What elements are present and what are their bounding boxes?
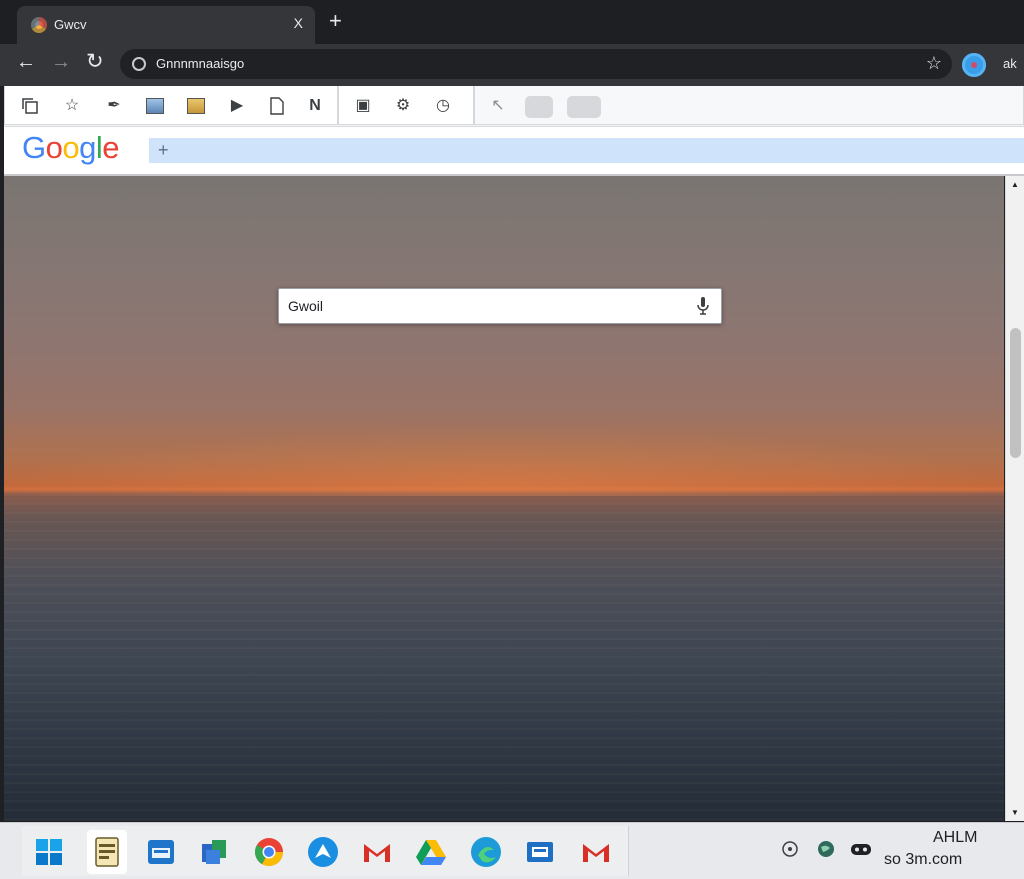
extension-pill-2[interactable] <box>567 96 601 118</box>
send-icon[interactable] <box>307 836 339 868</box>
google-logo-letter: g <box>79 130 96 165</box>
new-tab-icon[interactable]: + <box>329 10 342 32</box>
chrome-icon[interactable] <box>253 836 285 868</box>
folder-thumbnail-icon[interactable] <box>187 98 205 114</box>
google-logo-letter: o <box>45 130 63 165</box>
address-bar-url[interactable]: Gnnnmnaaisgo <box>156 56 244 71</box>
gmail-icon[interactable] <box>580 836 612 868</box>
settings-icon[interactable]: ⚙ <box>394 97 412 115</box>
google-logo-letter: o <box>62 130 80 165</box>
scrollbar-thumb[interactable] <box>1010 328 1021 458</box>
copy-icon[interactable] <box>21 97 39 115</box>
forward-icon[interactable]: → <box>51 52 71 72</box>
page-wallpaper: Gwoil <box>4 176 1004 821</box>
profile-avatar-icon[interactable] <box>962 53 986 77</box>
google-logo[interactable]: Google <box>22 130 120 166</box>
pin-icon[interactable]: ✒ <box>105 97 123 115</box>
add-icon[interactable]: + <box>158 140 169 161</box>
toolbar-group-main: ☆ ✒ ▶ N <box>4 86 338 125</box>
windows-start-icon[interactable] <box>33 836 65 868</box>
extensions-menu-label[interactable]: ak <box>1003 56 1017 71</box>
letter-n-button[interactable]: N <box>306 97 324 115</box>
cursor-icon[interactable]: ↖ <box>489 97 507 115</box>
photos-icon[interactable] <box>198 836 230 868</box>
tab-strip: Gwcv X + <box>0 0 1024 44</box>
google-drive-icon[interactable] <box>415 836 447 868</box>
globe-tray-icon[interactable] <box>817 840 835 858</box>
file-explorer-icon[interactable] <box>87 830 127 874</box>
taskbar-clock-date[interactable]: so 3m.com <box>884 851 962 869</box>
edge-icon[interactable] <box>470 836 502 868</box>
microphone-icon[interactable] <box>695 296 711 316</box>
mail-icon[interactable] <box>524 836 556 868</box>
google-bar: Google + <box>4 127 1024 176</box>
scroll-down-icon[interactable]: ▼ <box>1011 808 1019 817</box>
toolbar-group-extra: ↖ <box>474 86 1024 125</box>
back-icon[interactable]: ← <box>16 52 36 72</box>
tab-favicon-icon <box>31 17 47 33</box>
extension-pill-1[interactable] <box>525 96 553 118</box>
reload-icon[interactable]: ↻ <box>86 51 104 72</box>
address-bar[interactable]: Gnnnmnaaisgo ☆ <box>120 49 952 79</box>
site-info-icon[interactable] <box>132 57 146 71</box>
document-icon[interactable] <box>268 97 286 115</box>
settings-tray-icon[interactable] <box>781 840 799 858</box>
horizon-glow <box>4 426 1004 496</box>
browser-tab[interactable]: Gwcv X <box>17 6 315 44</box>
video-camera-icon[interactable]: ▶ <box>228 97 246 115</box>
google-logo-letter: G <box>22 130 46 165</box>
google-logo-letter: e <box>102 130 120 165</box>
taskbar-apps <box>22 826 629 876</box>
calendar-icon[interactable] <box>145 836 177 868</box>
gamepad-tray-icon[interactable] <box>850 840 872 858</box>
google-search-bar[interactable]: + <box>149 138 1024 163</box>
taskbar: AHLM so 3m.com <box>0 822 1024 879</box>
bookmark-star-icon[interactable]: ☆ <box>926 53 942 74</box>
page-search-input[interactable]: Gwoil <box>288 298 323 314</box>
taskbar-clock-time[interactable]: AHLM <box>933 829 977 847</box>
page-search-box[interactable]: Gwoil <box>278 288 722 324</box>
clock-icon[interactable]: ◷ <box>434 97 452 115</box>
tab-close-button[interactable]: X <box>294 15 303 31</box>
navigation-bar: ← → ↻ Gnnnmnaaisgo ☆ ak <box>0 44 1024 86</box>
star-icon[interactable]: ☆ <box>63 97 81 115</box>
toolbar-group-media: ▣ ⚙ ◷ <box>338 86 474 125</box>
scroll-up-icon[interactable]: ▲ <box>1011 180 1019 189</box>
gmail-icon[interactable] <box>361 836 393 868</box>
camera-icon[interactable]: ▣ <box>354 97 372 115</box>
page-scrollbar[interactable]: ▲ ▼ <box>1005 176 1024 821</box>
tab-title: Gwcv <box>54 17 87 32</box>
image-thumbnail-icon[interactable] <box>146 98 164 114</box>
bookmarks-toolbar: ☆ ✒ ▶ N ▣ ⚙ ◷ ↖ <box>4 86 1024 127</box>
